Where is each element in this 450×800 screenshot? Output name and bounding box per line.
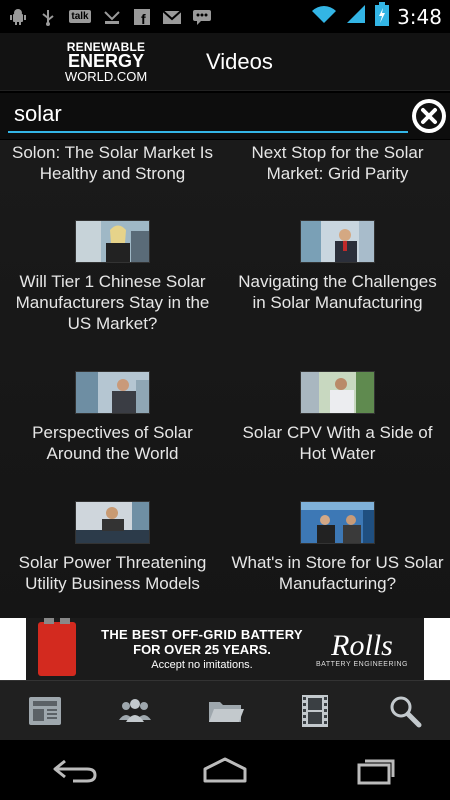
ad-headline-2: FOR OVER 25 YEARS.	[133, 642, 271, 657]
back-icon	[53, 759, 97, 783]
bottom-tab-bar	[0, 680, 450, 740]
video-thumbnail	[75, 371, 150, 414]
video-thumbnail	[300, 501, 375, 544]
video-thumbnail	[75, 220, 150, 263]
tab-people[interactable]	[105, 687, 165, 735]
status-bar: talk f 3:48	[0, 0, 450, 33]
talk-label: talk	[69, 10, 91, 23]
wifi-icon	[311, 3, 337, 30]
video-title: Next Stop for the Solar Market: Grid Par…	[251, 143, 424, 183]
video-item[interactable]: Navigating the Challenges in Solar Manuf…	[225, 220, 450, 313]
clear-search-button[interactable]	[412, 99, 446, 133]
system-navigation-bar	[0, 740, 450, 800]
app-logo[interactable]: RENEWABLE ENERGY WORLD.COM	[56, 40, 156, 84]
search-input[interactable]	[8, 97, 408, 133]
video-thumbnail	[75, 501, 150, 544]
video-title: Solar CPV With a Side of Hot Water	[242, 423, 433, 463]
video-thumbnail	[300, 220, 375, 263]
video-results: Solon: The Solar Market Is Healthy and S…	[0, 140, 450, 618]
ad-brand-logo: Rolls BATTERY ENGINEERING	[316, 628, 408, 668]
chat-icon	[192, 7, 212, 27]
home-button[interactable]	[195, 750, 255, 790]
video-item[interactable]: Solar Power Threatening Utility Business…	[0, 501, 225, 594]
ad-content: THE BEST OFF-GRID BATTERY FOR OVER 25 YE…	[26, 618, 424, 680]
battery-charging-icon	[375, 2, 390, 31]
recent-apps-icon	[357, 759, 395, 785]
talk-icon: talk	[68, 7, 92, 27]
tab-folders[interactable]	[195, 687, 255, 735]
search-icon	[390, 696, 422, 727]
film-icon	[302, 694, 328, 727]
back-button[interactable]	[45, 750, 105, 790]
android-icon	[8, 7, 28, 27]
page-title: Videos	[206, 48, 273, 74]
usb-icon	[38, 7, 58, 27]
search-bar	[0, 93, 450, 139]
video-thumbnail	[300, 371, 375, 414]
video-item[interactable]: Next Stop for the Solar Market: Grid Par…	[225, 142, 450, 184]
ad-brand-name: Rolls	[331, 628, 393, 662]
gmail-icon	[162, 7, 182, 27]
close-icon	[413, 100, 445, 132]
signal-icon	[345, 3, 367, 30]
ad-headline-1: THE BEST OFF-GRID BATTERY	[101, 627, 303, 642]
battery-image	[38, 618, 76, 676]
clock: 3:48	[397, 4, 442, 29]
people-icon	[119, 698, 151, 722]
video-title: Solon: The Solar Market Is Healthy and S…	[12, 143, 213, 183]
video-title: Solar Power Threatening Utility Business…	[18, 553, 207, 593]
ad-tagline: Accept no imitations.	[151, 659, 253, 671]
missed-call-icon	[102, 7, 122, 27]
recent-apps-button[interactable]	[345, 750, 405, 790]
video-title: Will Tier 1 Chinese Solar Manufacturers …	[15, 272, 210, 333]
video-item[interactable]: What's in Store for US Solar Manufacturi…	[225, 501, 450, 594]
logo-line2: ENERGY	[67, 50, 145, 71]
tab-videos[interactable]	[285, 687, 345, 735]
news-icon	[29, 696, 61, 725]
folder-icon	[209, 701, 244, 722]
video-title: Navigating the Challenges in Solar Manuf…	[238, 272, 437, 312]
video-item[interactable]: Perspectives of Solar Around the World	[0, 371, 225, 464]
action-bar: RENEWABLE ENERGY WORLD.COM Videos	[0, 33, 450, 91]
video-title: Perspectives of Solar Around the World	[32, 423, 193, 463]
video-item[interactable]: Will Tier 1 Chinese Solar Manufacturers …	[0, 220, 225, 334]
svg-text:f: f	[141, 11, 146, 26]
notification-icons: talk f	[8, 7, 212, 27]
ad-text: THE BEST OFF-GRID BATTERY FOR OVER 25 YE…	[92, 627, 312, 671]
tab-search[interactable]	[375, 687, 435, 735]
ad-banner[interactable]: THE BEST OFF-GRID BATTERY FOR OVER 25 YE…	[0, 618, 450, 680]
facebook-icon: f	[132, 7, 152, 27]
logo-line3: WORLD.COM	[64, 68, 148, 84]
ad-brand-sub: BATTERY ENGINEERING	[316, 660, 408, 668]
tab-news[interactable]	[15, 687, 75, 735]
video-item[interactable]: Solon: The Solar Market Is Healthy and S…	[0, 142, 225, 184]
home-icon	[203, 757, 247, 783]
video-title: What's in Store for US Solar Manufacturi…	[231, 553, 444, 593]
video-item[interactable]: Solar CPV With a Side of Hot Water	[225, 371, 450, 464]
